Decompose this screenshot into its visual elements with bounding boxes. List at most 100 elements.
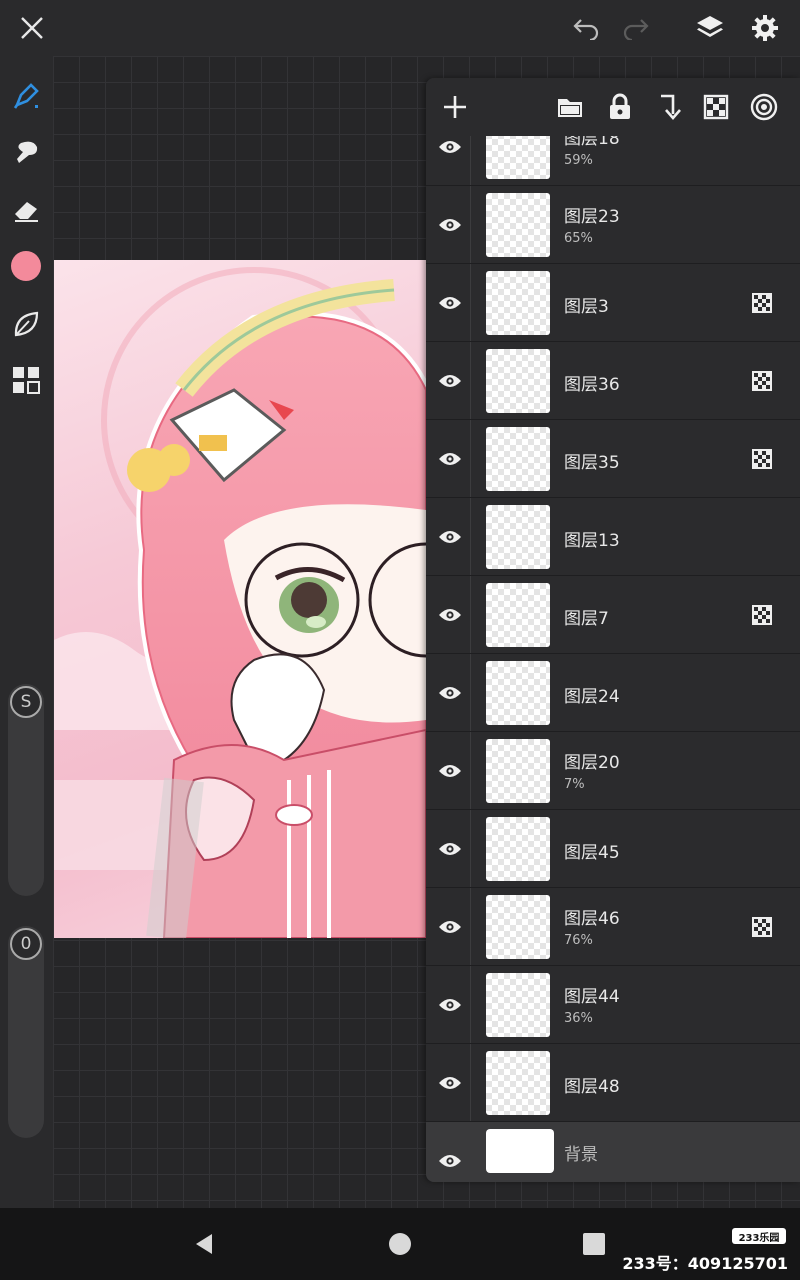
clipping-mask-indicator-icon <box>752 917 772 937</box>
layer-row[interactable]: 图层20 7% <box>426 732 800 810</box>
brush-opacity-slider[interactable]: 0 <box>8 926 44 1138</box>
brush-opacity-knob[interactable]: 0 <box>10 928 42 960</box>
layer-divider <box>470 342 471 419</box>
layer-row[interactable]: 图层13 <box>426 498 800 576</box>
layer-thumbnail <box>486 895 550 959</box>
layer-divider <box>470 264 471 341</box>
lock-icon[interactable] <box>603 90 637 124</box>
layer-list[interactable]: 图层18 59% 图层23 65% 图层3 图层36 图层35 图层13 图层7 图层24 图层20… <box>426 136 800 1182</box>
layers-icon[interactable] <box>690 8 730 48</box>
visibility-eye-icon[interactable] <box>434 990 466 1020</box>
leaf-shape-tool-icon[interactable] <box>6 304 46 344</box>
layer-thumbnail <box>486 739 550 803</box>
visibility-eye-icon[interactable] <box>434 912 466 942</box>
top-toolbar <box>0 0 800 56</box>
redo-icon[interactable] <box>616 8 656 48</box>
visibility-eye-icon[interactable] <box>434 210 466 240</box>
clipping-mask-indicator-icon <box>752 449 772 469</box>
layer-row[interactable]: 图层45 <box>426 810 800 888</box>
visibility-eye-icon[interactable] <box>434 756 466 786</box>
layer-name: 图层20 <box>564 753 620 773</box>
layer-opacity: 65% <box>564 231 593 246</box>
background-layer-row[interactable]: 背景 <box>426 1122 800 1182</box>
layer-thumbnail <box>486 136 550 179</box>
layer-thumbnail <box>486 973 550 1037</box>
home-nav-icon[interactable] <box>384 1228 416 1260</box>
clipping-mask-indicator-icon <box>752 293 772 313</box>
layers-panel: 图层18 59% 图层23 65% 图层3 图层36 图层35 图层13 图层7 图层24 图层20… <box>426 78 800 1182</box>
layer-name: 图层36 <box>564 375 620 395</box>
layer-name: 图层35 <box>564 453 620 473</box>
layer-name: 图层18 <box>564 136 620 149</box>
layer-name: 图层7 <box>564 609 609 629</box>
layer-divider <box>470 1044 471 1121</box>
visibility-eye-icon[interactable] <box>434 678 466 708</box>
layer-row[interactable]: 图层23 65% <box>426 186 800 264</box>
layer-row[interactable]: 图层48 <box>426 1044 800 1122</box>
layer-divider <box>470 420 471 497</box>
reference-target-icon[interactable] <box>747 90 781 124</box>
recents-nav-icon[interactable] <box>578 1228 610 1260</box>
brush-tool-icon[interactable] <box>6 76 46 116</box>
color-picker-swatch[interactable] <box>6 246 46 286</box>
background-layer-name: 背景 <box>564 1145 598 1165</box>
layer-divider <box>470 186 471 263</box>
layer-opacity: 59% <box>564 153 593 168</box>
visibility-eye-icon[interactable] <box>434 288 466 318</box>
layer-row[interactable]: 图层44 36% <box>426 966 800 1044</box>
visibility-eye-icon[interactable] <box>434 1068 466 1098</box>
layer-row[interactable]: 图层18 59% <box>426 136 800 186</box>
layer-divider <box>470 654 471 731</box>
layer-opacity: 7% <box>564 777 585 792</box>
visibility-eye-icon[interactable] <box>434 600 466 630</box>
layer-thumbnail <box>486 349 550 413</box>
layer-name: 图层13 <box>564 531 620 551</box>
add-layer-icon[interactable] <box>438 90 472 124</box>
layer-name: 图层46 <box>564 909 620 929</box>
layer-thumbnail <box>486 817 550 881</box>
visibility-eye-icon[interactable] <box>434 834 466 864</box>
back-nav-icon[interactable] <box>188 1228 220 1260</box>
layer-thumbnail <box>486 427 550 491</box>
watermark-badge: 233乐园 <box>732 1228 786 1244</box>
clipping-mask-icon[interactable] <box>699 90 733 124</box>
folder-icon[interactable] <box>553 90 587 124</box>
layer-divider <box>470 498 471 575</box>
merge-down-icon[interactable] <box>651 90 685 124</box>
layer-name: 图层48 <box>564 1077 620 1097</box>
clipping-mask-indicator-icon <box>752 605 772 625</box>
artwork-illustration <box>54 267 426 938</box>
layer-divider <box>470 966 471 1043</box>
layer-name: 图层24 <box>564 687 620 707</box>
layer-divider <box>470 576 471 653</box>
layer-row[interactable]: 图层3 <box>426 264 800 342</box>
brush-size-knob[interactable]: S <box>10 686 42 718</box>
visibility-eye-icon[interactable] <box>434 444 466 474</box>
background-layer-thumbnail <box>486 1129 554 1173</box>
left-toolbar: S 0 <box>0 56 53 1208</box>
settings-gear-icon[interactable] <box>745 8 785 48</box>
layer-row[interactable]: 图层35 <box>426 420 800 498</box>
materials-grid-icon[interactable] <box>6 360 46 400</box>
current-color-swatch <box>11 251 41 281</box>
close-icon[interactable] <box>12 8 52 48</box>
visibility-eye-icon[interactable] <box>434 1146 466 1176</box>
smudge-tool-icon[interactable] <box>6 132 46 172</box>
layer-thumbnail <box>486 505 550 569</box>
clipping-mask-indicator-icon <box>752 371 772 391</box>
layer-thumbnail <box>486 583 550 647</box>
layer-row[interactable]: 图层24 <box>426 654 800 732</box>
layer-row[interactable]: 图层46 76% <box>426 888 800 966</box>
eraser-tool-icon[interactable] <box>6 190 46 230</box>
visibility-eye-icon[interactable] <box>434 522 466 552</box>
layer-divider <box>470 888 471 965</box>
layer-name: 图层45 <box>564 843 620 863</box>
undo-icon[interactable] <box>566 8 606 48</box>
visibility-eye-icon[interactable] <box>434 366 466 396</box>
layer-row[interactable]: 图层7 <box>426 576 800 654</box>
brush-size-slider[interactable]: S <box>8 684 44 896</box>
layer-row[interactable]: 图层36 <box>426 342 800 420</box>
artwork-canvas[interactable] <box>54 260 426 938</box>
visibility-eye-icon[interactable] <box>434 136 466 162</box>
layer-divider <box>470 810 471 887</box>
